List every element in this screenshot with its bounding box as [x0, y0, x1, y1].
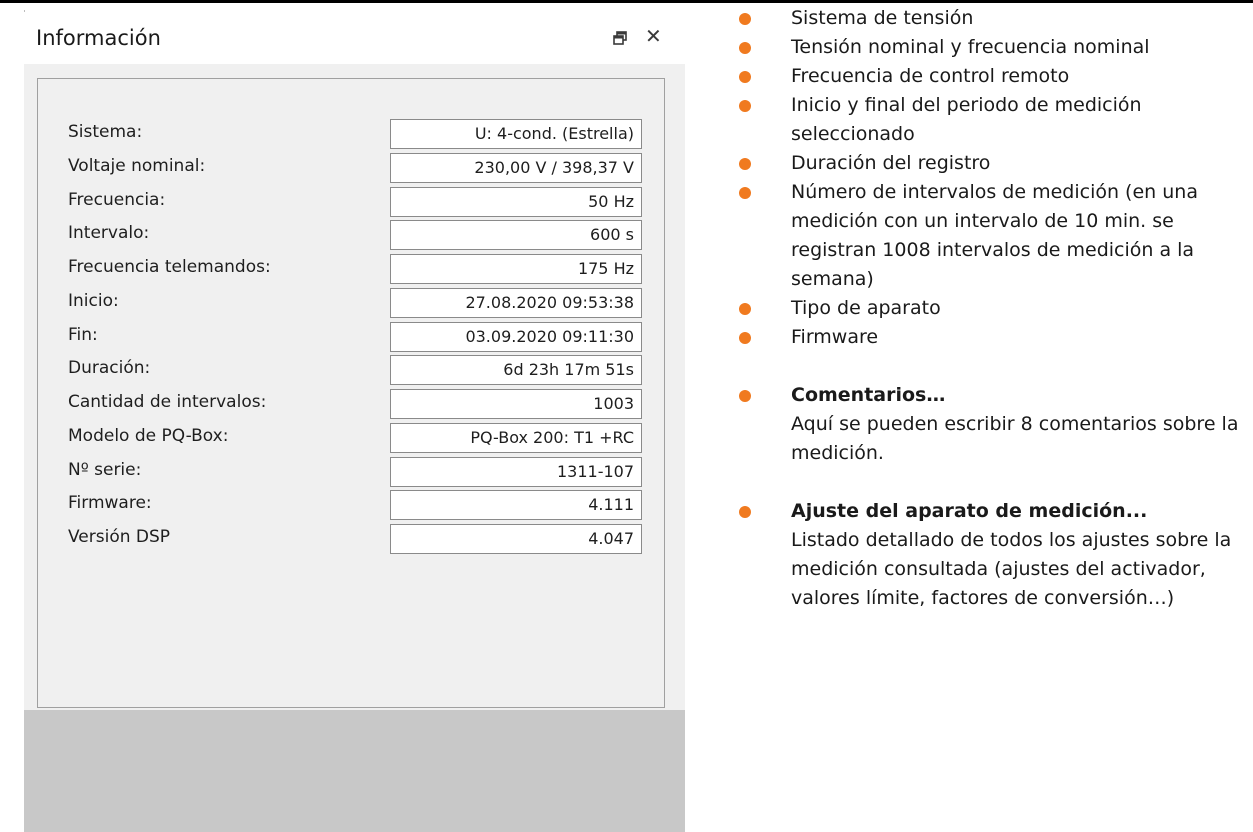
bullet-text: Tipo de aparato [791, 297, 941, 319]
settings-text: Listado detallado de todos los ajustes s… [791, 529, 1232, 609]
bullet-item: Duración del registro [739, 149, 1249, 178]
info-row-label: Firmware: [68, 493, 152, 514]
bullet-dot-icon [739, 506, 751, 518]
bullet-item: Inicio y final del periodo de medición s… [739, 91, 1249, 149]
info-row: Intervalo: 600 s [38, 220, 666, 254]
info-row: Inicio: 27.08.2020 09:53:38 [38, 287, 666, 322]
info-row-value-field: 230,00 V / 398,37 V [390, 152, 642, 183]
info-row-value-field: U: 4-cond. (Estrella) [390, 119, 642, 149]
bullet-container: Sistema de tensión Tensión nominal y frec… [739, 4, 1249, 352]
information-panel-screenshot: Información ✕ Sistema: U: 4-cond. (Estrel… [24, 12, 685, 832]
info-row-value-field: 600 s [390, 220, 642, 251]
info-row-value-field: 1003 [390, 389, 642, 419]
comments-text: Aquí se pueden escribir 8 comentarios so… [791, 413, 1239, 464]
bullet-text: Número de intervalos de medición (en una… [791, 181, 1198, 290]
info-row-label: Fin: [68, 324, 98, 345]
info-row-label: Nº serie: [68, 459, 142, 480]
info-row-value-field: 4.111 [390, 490, 642, 521]
description-list: Sistema de tensión Tensión nominal y frec… [739, 4, 1249, 613]
bullet-item: Número de intervalos de medición (en una… [739, 178, 1249, 294]
bullet-dot-icon [739, 390, 751, 402]
settings-title: Ajuste del aparato de medición... [791, 500, 1148, 522]
bullet-text: Inicio y final del periodo de medición s… [791, 94, 1142, 145]
info-row-label: Duración: [68, 358, 151, 379]
info-row: Frecuencia telemandos: 175 Hz [38, 254, 666, 288]
info-row-label: Modelo de PQ-Box: [68, 425, 229, 446]
info-group-box: Sistema: U: 4-cond. (Estrella) Voltaje nom… [37, 78, 665, 708]
notes-item-settings: Ajuste del aparato de medición... Listad… [739, 497, 1249, 613]
panel-header: Información ✕ [24, 12, 685, 64]
bullet-text: Frecuencia de control remoto [791, 65, 1070, 87]
close-icon[interactable]: ✕ [645, 26, 662, 46]
bullet-text: Tensión nominal y frecuencia nominal [791, 36, 1150, 58]
top-rule [0, 0, 1253, 3]
info-row-value-field: 4.047 [390, 524, 642, 554]
info-row: Cantidad de intervalos: 1003 [38, 389, 666, 423]
bullet-dot-icon [739, 158, 751, 170]
info-row: Fin: 03.09.2020 09:11:30 [38, 321, 666, 356]
panel-title: Información [36, 26, 161, 50]
comments-title: Comentarios… [791, 384, 946, 406]
info-row: Modelo de PQ-Box: PQ-Box 200: T1 +RC [38, 422, 666, 457]
info-row-value-field: 175 Hz [390, 254, 642, 284]
notes-item-comments: Comentarios… Aquí se pueden escribir 8 c… [739, 381, 1249, 468]
info-row-value-field: 03.09.2020 09:11:30 [390, 321, 642, 352]
panel-body: Sistema: U: 4-cond. (Estrella) Voltaje nom… [24, 64, 685, 710]
bullet-dot-icon [739, 71, 751, 83]
info-row-value-field: 1311-107 [390, 456, 642, 487]
bullet-text: Sistema de tensión [791, 7, 974, 29]
bullet-dot-icon [739, 13, 751, 25]
info-row-label: Intervalo: [68, 223, 150, 244]
info-row: Versión DSP 4.047 [38, 524, 666, 558]
info-row-label: Voltaje nominal: [68, 155, 206, 176]
info-row: Firmware: 4.111 [38, 490, 666, 524]
info-row-value-field: 6d 23h 17m 51s [390, 355, 642, 386]
bullet-dot-icon [739, 187, 751, 199]
info-row-label: Cantidad de intervalos: [68, 392, 267, 412]
info-row-label: Sistema: [68, 122, 143, 142]
bullet-item: Tensión nominal y frecuencia nominal [739, 33, 1249, 62]
restore-window-icon[interactable] [612, 30, 628, 46]
info-row: Duración: 6d 23h 17m 51s [38, 355, 666, 389]
bullet-item: Sistema de tensión [739, 4, 1249, 33]
info-row-label: Inicio: [68, 290, 119, 311]
info-row: Voltaje nominal: 230,00 V / 398,37 V [38, 152, 666, 187]
info-row: Frecuencia: 50 Hz [38, 186, 666, 221]
bullet-dot-icon [739, 42, 751, 54]
bullet-text: Duración del registro [791, 152, 991, 174]
bullet-dot-icon [739, 100, 751, 112]
info-row-label: Frecuencia: [68, 189, 166, 210]
bullet-item: Firmware [739, 323, 1249, 352]
info-row-label: Versión DSP [68, 527, 171, 547]
info-row: Sistema: U: 4-cond. (Estrella) [38, 119, 666, 153]
bullet-item: Tipo de aparato [739, 294, 1249, 323]
bullet-text: Firmware [791, 326, 879, 348]
info-row-value-field: PQ-Box 200: T1 +RC [390, 422, 642, 453]
bullet-item: Frecuencia de control remoto [739, 62, 1249, 91]
info-row-value-field: 50 Hz [390, 186, 642, 217]
bullet-dot-icon [739, 303, 751, 315]
info-row: Nº serie: 1311-107 [38, 456, 666, 491]
info-row-value-field: 27.08.2020 09:53:38 [390, 287, 642, 318]
bullet-dot-icon [739, 332, 751, 344]
info-row-label: Frecuencia telemandos: [68, 257, 271, 277]
